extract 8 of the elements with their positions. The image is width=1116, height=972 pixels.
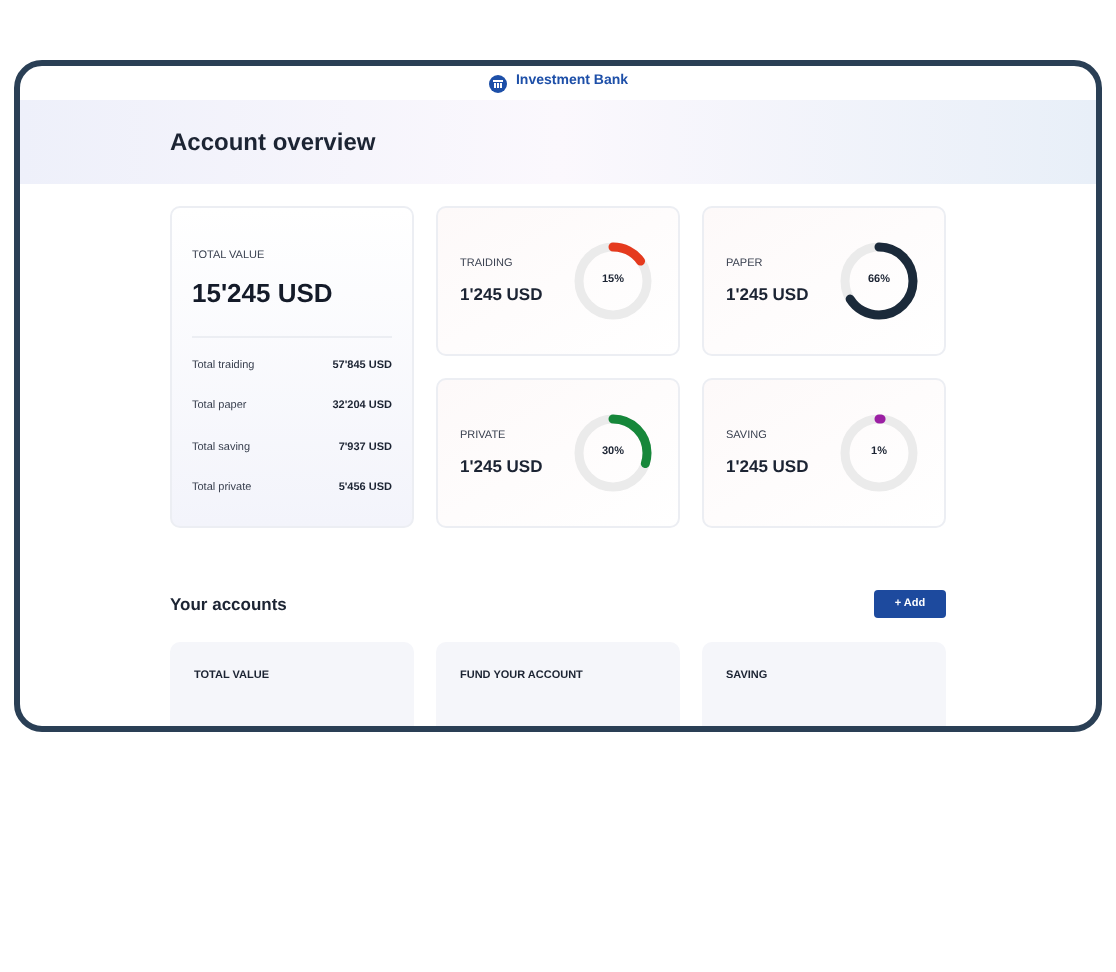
section-title: Your accounts	[170, 591, 287, 617]
card-amount: 1'245 USD	[460, 281, 543, 307]
bank-logo-icon	[487, 73, 508, 93]
card-amount: 1'245 USD	[726, 453, 809, 479]
card-amount: 1'245 USD	[726, 281, 809, 307]
card-amount: 1'245 USD	[460, 453, 543, 479]
total-amount: 15'245 USD	[192, 276, 335, 313]
page-title: Account overview	[170, 126, 376, 160]
